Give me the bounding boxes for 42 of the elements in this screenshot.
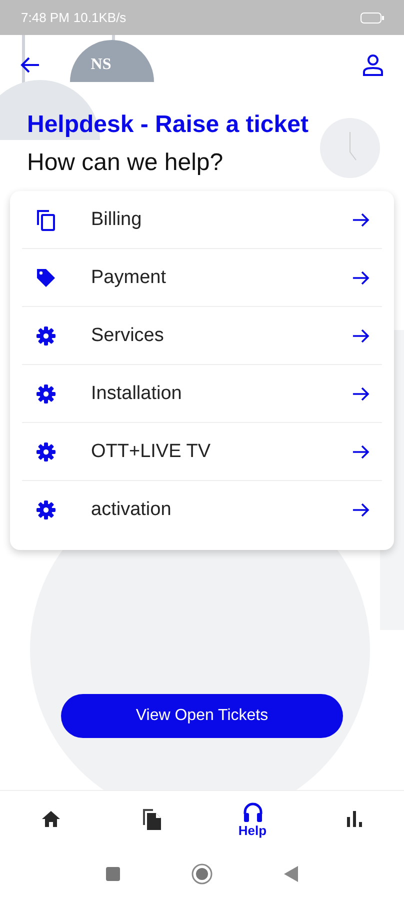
category-item[interactable]: Payment xyxy=(22,249,382,307)
arrow-icon xyxy=(352,212,370,228)
category-label: activation xyxy=(91,498,172,520)
bar-chart-icon xyxy=(344,811,362,827)
clock-drawing xyxy=(320,118,380,178)
arrow-icon xyxy=(352,328,370,344)
copy-icon xyxy=(36,208,56,230)
headphones-icon xyxy=(242,800,264,822)
network-speed: 10.1KB/s xyxy=(73,10,126,25)
category-label: OTT+LIVE TV xyxy=(91,440,212,462)
category-item[interactable]: OTT+LIVE TV xyxy=(22,423,382,481)
battery-icon xyxy=(360,12,384,24)
category-item[interactable]: Installation xyxy=(22,365,382,423)
arrow-icon xyxy=(352,444,370,460)
category-label: Billing xyxy=(91,208,143,230)
home-icon xyxy=(40,810,60,828)
page-subtitle: How can we help? xyxy=(27,149,224,177)
gear-icon xyxy=(36,384,56,404)
back-button[interactable] xyxy=(20,56,40,74)
gear-icon xyxy=(36,500,56,520)
arrow-icon xyxy=(352,386,370,402)
view-open-tickets-button[interactable]: View Open Tickets xyxy=(61,694,343,738)
gear-icon xyxy=(36,442,56,462)
nav-tab[interactable]: Help xyxy=(222,800,282,838)
page-title: Helpdesk - Raise a ticket xyxy=(27,111,308,139)
gear-icon xyxy=(36,326,56,346)
recents-button[interactable] xyxy=(105,866,121,882)
tag-icon xyxy=(36,268,56,288)
profile-button[interactable] xyxy=(362,54,384,76)
arrow-icon xyxy=(352,270,370,286)
documents-icon xyxy=(140,807,162,831)
category-label: Payment xyxy=(91,266,167,288)
home-button[interactable] xyxy=(191,862,213,884)
category-label: Services xyxy=(91,324,165,346)
back-nav-button[interactable] xyxy=(283,864,299,882)
category-item[interactable]: Billing xyxy=(22,191,382,249)
logo-text: NS xyxy=(90,56,112,74)
category-item[interactable]: Services xyxy=(22,307,382,365)
category-item[interactable]: activation xyxy=(22,481,382,538)
arrow-icon xyxy=(352,502,370,518)
category-label: Installation xyxy=(91,382,183,404)
status-time: 7:48 PM xyxy=(21,10,70,25)
